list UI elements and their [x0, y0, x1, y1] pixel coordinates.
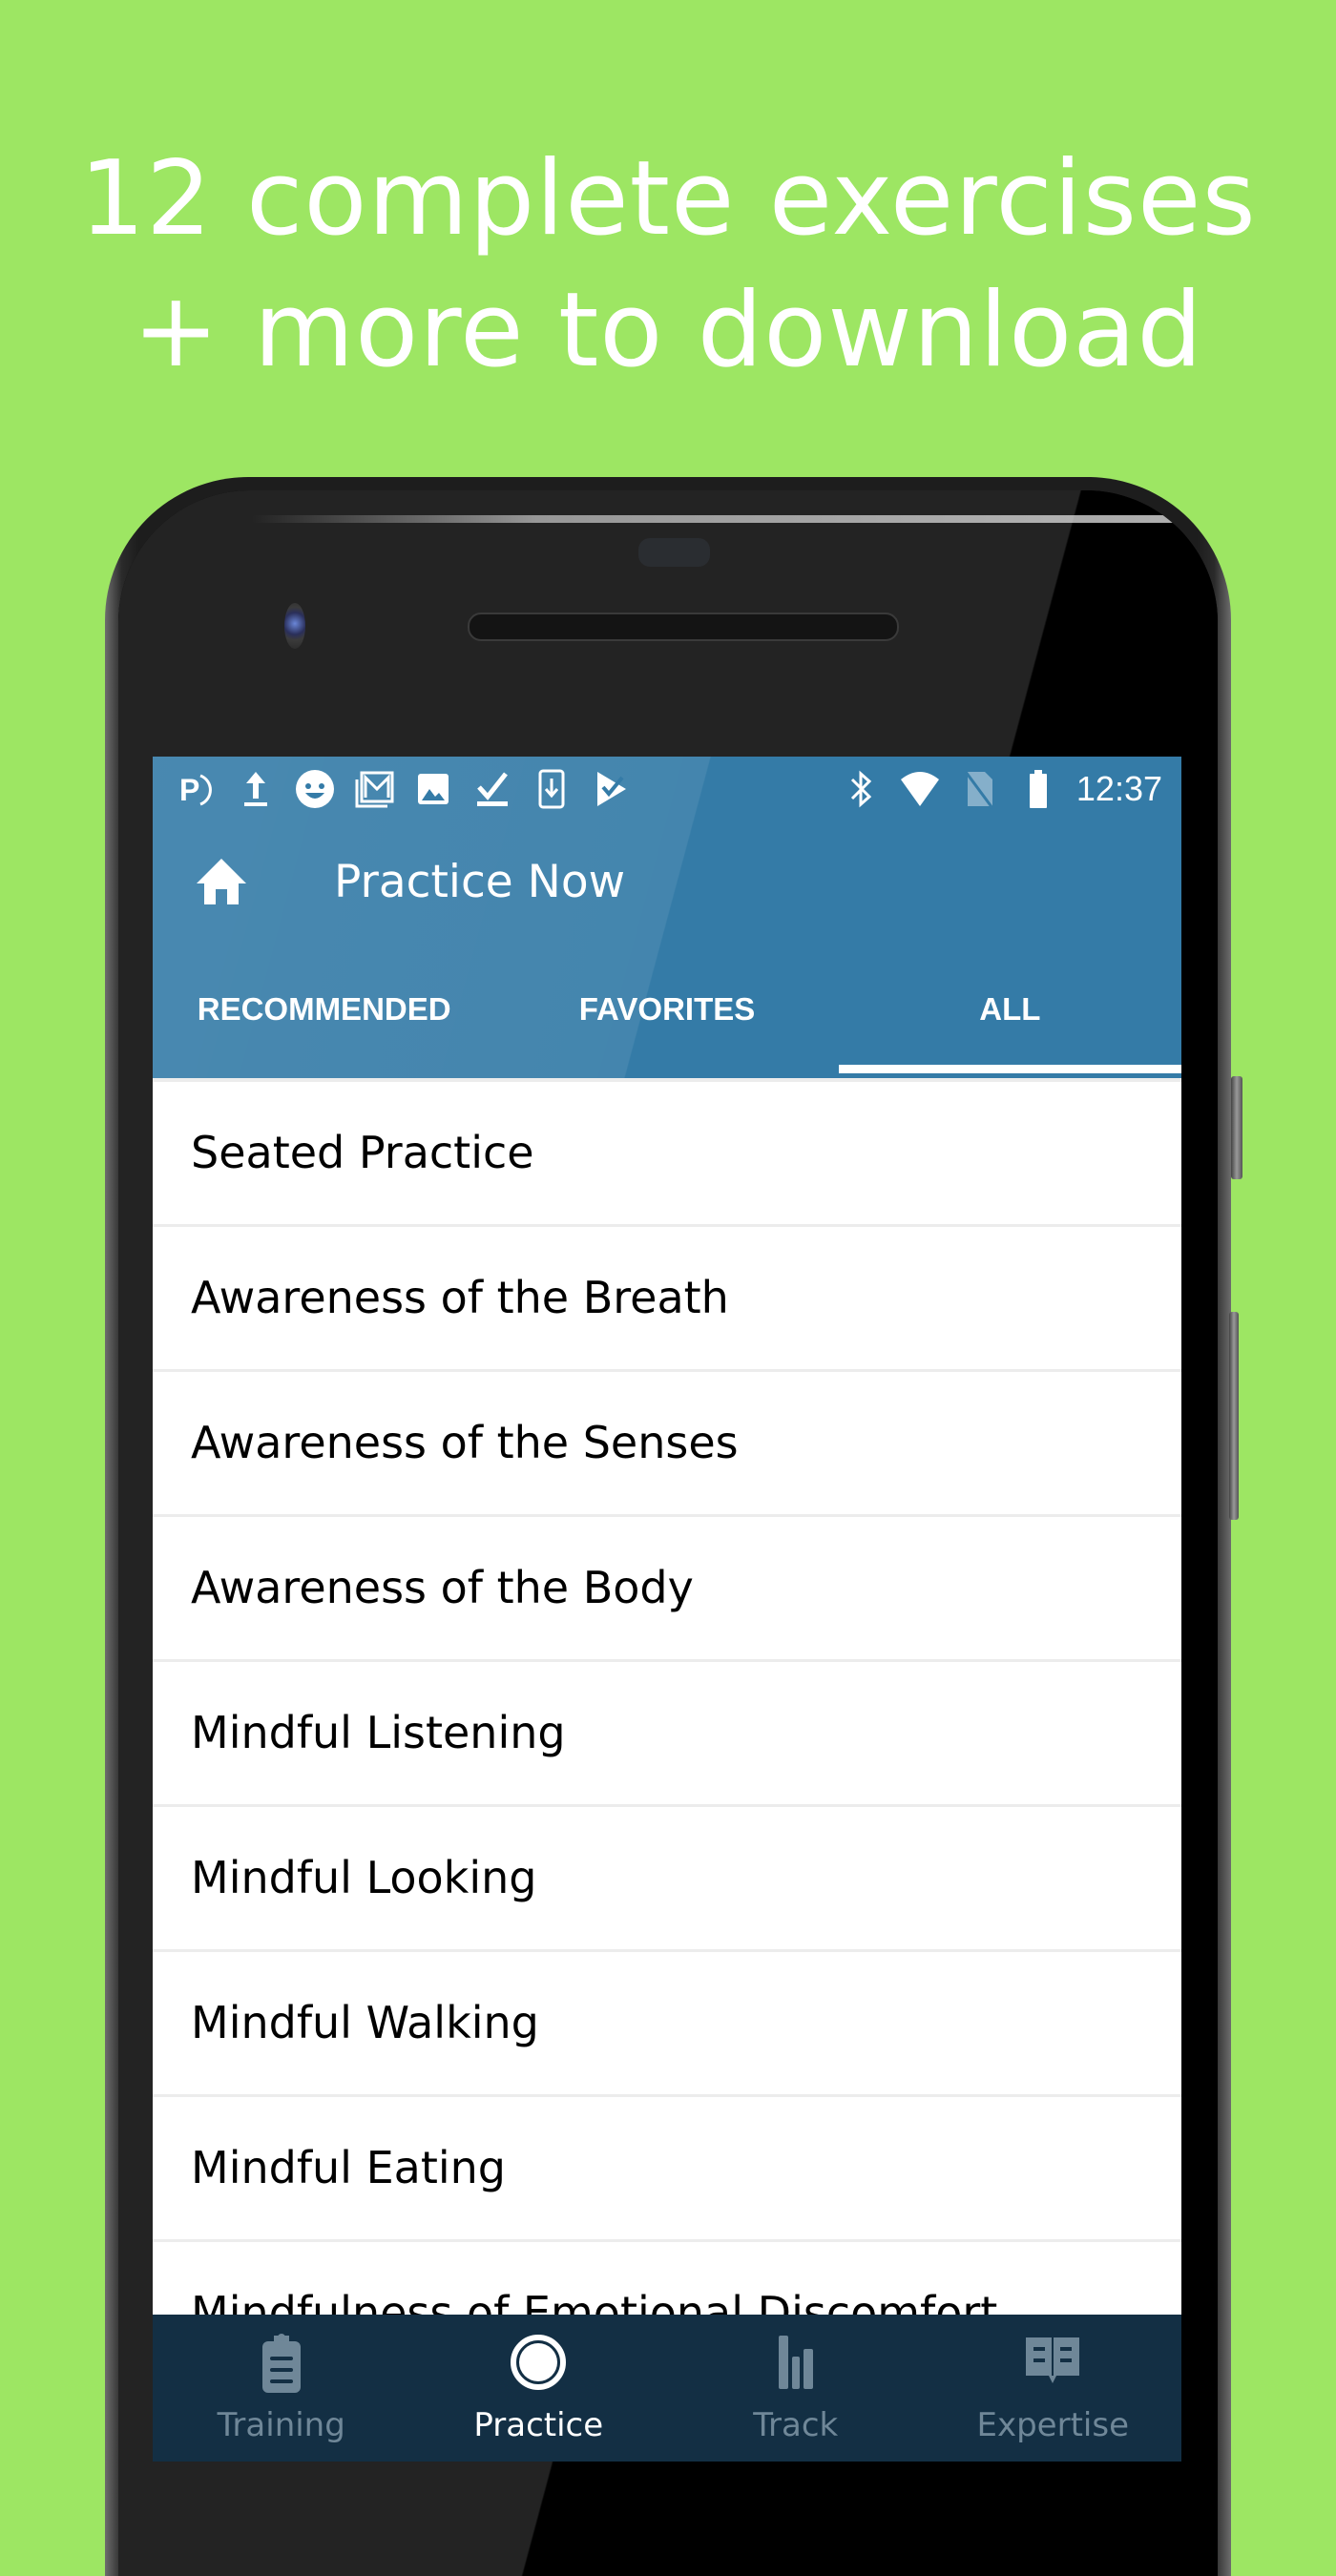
image-icon — [412, 768, 454, 810]
tab-bar: RECOMMENDED FAVORITES ALL — [153, 969, 1181, 1078]
status-clock: 12:37 — [1075, 769, 1162, 808]
nav-label: Training — [217, 2406, 345, 2444]
pocket-casts-icon: P — [176, 768, 218, 810]
bluetooth-icon — [840, 768, 882, 810]
promo-headline: 12 complete exercises + more to download — [0, 134, 1336, 397]
checkmark-icon — [471, 768, 513, 810]
battery-icon — [1017, 768, 1059, 810]
gmail-icon — [353, 768, 395, 810]
status-bar: P 12:37 — [153, 757, 1181, 821]
nav-label: Practice — [473, 2406, 604, 2444]
nav-label: Expertise — [976, 2406, 1130, 2444]
list-item[interactable]: Mindful Looking — [153, 1807, 1181, 1952]
home-icon[interactable] — [195, 857, 248, 906]
exercise-title: Awareness of the Senses — [191, 1417, 739, 1468]
toolbar: Practice Now — [153, 821, 1181, 945]
nav-track[interactable]: Track — [667, 2315, 925, 2462]
circle-icon — [508, 2332, 569, 2393]
exercise-title: Seated Practice — [191, 1127, 534, 1178]
list-item[interactable]: Seated Practice — [153, 1082, 1181, 1227]
nav-expertise[interactable]: Expertise — [925, 2315, 1182, 2462]
exercise-title: Mindful Looking — [191, 1852, 537, 1903]
nav-label: Track — [753, 2406, 839, 2444]
exercise-title: Mindful Eating — [191, 2142, 506, 2193]
nav-practice[interactable]: Practice — [410, 2315, 668, 2462]
list-item[interactable]: Mindful Walking — [153, 1952, 1181, 2097]
no-sim-icon — [958, 768, 1000, 810]
nav-training[interactable]: Training — [153, 2315, 410, 2462]
tab-recommended[interactable]: RECOMMENDED — [153, 969, 495, 1078]
headline-line-2: + more to download — [133, 271, 1203, 390]
upload-icon — [235, 768, 277, 810]
list-item[interactable]: Awareness of the Body — [153, 1517, 1181, 1662]
bottom-navigation: Training Practice Track Expertise — [153, 2315, 1181, 2462]
earpiece-speaker — [468, 613, 899, 641]
tab-indicator — [838, 1065, 1181, 1073]
proximity-sensor — [638, 538, 710, 567]
exercise-title: Mindful Walking — [191, 1997, 539, 2048]
app-screen: P 12:37 Practice Now RECOMMENDED FAVORIT… — [153, 757, 1181, 2462]
smiley-app-icon — [294, 768, 336, 810]
exercise-title: Mindful Listening — [191, 1707, 566, 1758]
book-icon — [1022, 2332, 1083, 2393]
exercise-title: Awareness of the Breath — [191, 1272, 729, 1323]
svg-text:P: P — [179, 773, 199, 807]
front-camera — [284, 603, 305, 649]
list-item[interactable]: Awareness of the Breath — [153, 1227, 1181, 1372]
volume-button — [1229, 1312, 1239, 1520]
power-button — [1231, 1076, 1242, 1179]
headline-line-1: 12 complete exercises — [79, 139, 1257, 259]
page-title: Practice Now — [334, 856, 626, 908]
tab-favorites[interactable]: FAVORITES — [495, 969, 838, 1078]
wifi-icon — [899, 768, 941, 810]
tasks-icon — [590, 768, 632, 810]
bar-chart-icon — [765, 2332, 826, 2393]
list-item[interactable]: Mindful Listening — [153, 1662, 1181, 1807]
list-item[interactable]: Awareness of the Senses — [153, 1372, 1181, 1517]
exercise-list: Seated Practice Awareness of the Breath … — [153, 1078, 1181, 2387]
clipboard-icon — [251, 2332, 312, 2393]
exercise-title: Awareness of the Body — [191, 1562, 694, 1613]
list-item[interactable]: Mindful Eating — [153, 2097, 1181, 2242]
tab-all[interactable]: ALL — [838, 969, 1181, 1078]
app-bar: P 12:37 Practice Now RECOMMENDED FAVORIT… — [153, 757, 1181, 1078]
download-phone-icon — [531, 768, 573, 810]
